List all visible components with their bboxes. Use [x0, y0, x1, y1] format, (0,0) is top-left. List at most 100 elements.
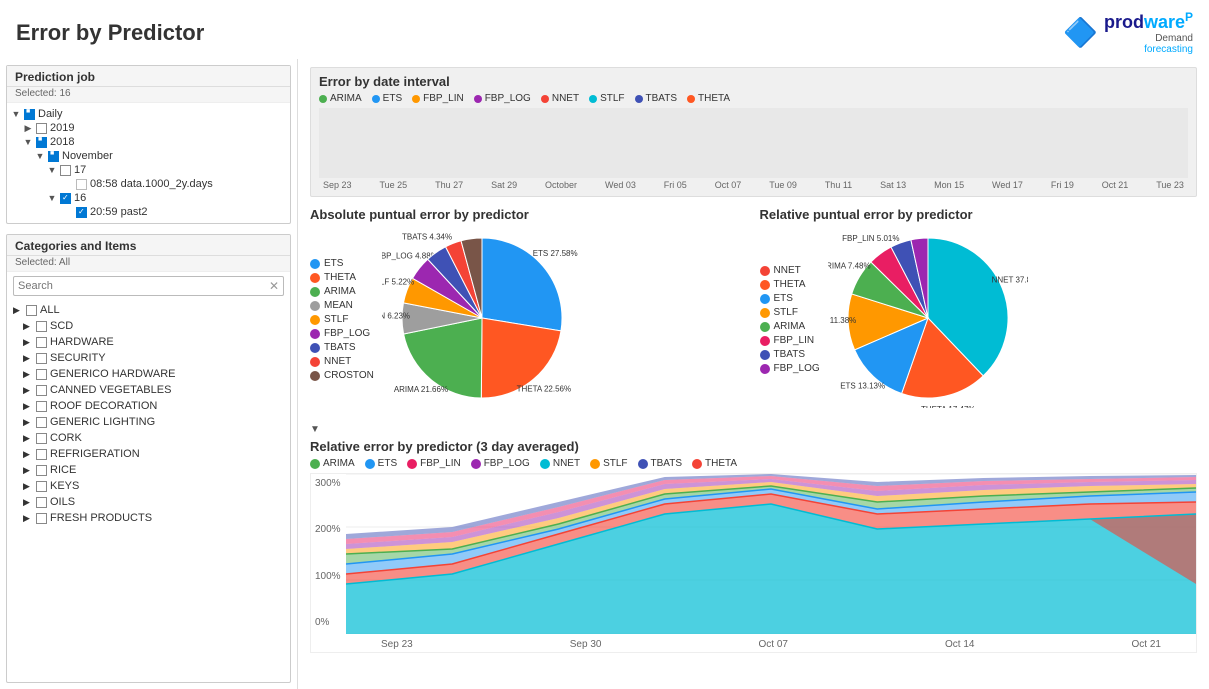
rel-pie-svg: NNET 37.88%THETA 17.47%ETS 13.13%STLF 11… [828, 228, 1028, 408]
categories-title: Categories and Items [7, 235, 290, 256]
checkbox-17[interactable] [60, 165, 71, 176]
svg-text:ETS 27.58%: ETS 27.58% [533, 249, 578, 258]
abs-theta-dot [310, 273, 320, 283]
svg-text:STLF 5.22%: STLF 5.22% [382, 278, 414, 287]
search-box[interactable]: ✕ [13, 276, 284, 296]
cat-item-generico[interactable]: ▶ GENERICO HARDWARE [13, 366, 284, 382]
checkbox-2019[interactable] [36, 123, 47, 134]
timeline-bars: bar groups (function(){ const svg = docu… [319, 108, 1188, 178]
tree-item-0858[interactable]: 08:58 data.1000_2y.days [11, 177, 286, 191]
dropdown-arrow-icon: ▼ [310, 424, 320, 435]
legend-theta: THETA [687, 93, 730, 104]
rel-pie-svg-wrap: NNET 37.88%THETA 17.47%ETS 13.13%STLF 11… [828, 228, 1028, 411]
cat-item-scd[interactable]: ▶ SCD [13, 318, 284, 334]
cat-item-roof[interactable]: ▶ ROOF DECORATION [13, 398, 284, 414]
cat-item-fresh[interactable]: ▶ FRESH PRODUCTS [13, 510, 284, 526]
cat-item-generic-lighting[interactable]: ▶ GENERIC LIGHTING [13, 414, 284, 430]
prediction-job-title: Prediction job [7, 66, 290, 87]
tree-item-16[interactable]: ▼ 16 [11, 191, 286, 205]
svg-text:ARIMA 7.48%: ARIMA 7.48% [828, 262, 871, 271]
area-fbplin-dot [407, 459, 417, 469]
svg-text:MEAN 6.23%: MEAN 6.23% [382, 312, 410, 321]
fbplin-dot [412, 95, 420, 103]
checkbox-2059[interactable] [76, 207, 87, 218]
toggle-16[interactable]: ▼ [47, 193, 57, 203]
area-nnet-dot [540, 459, 550, 469]
area-tbats-dot [638, 459, 648, 469]
theta-dot [687, 95, 695, 103]
area-fbplog-dot [471, 459, 481, 469]
checkbox-0858[interactable] [76, 179, 87, 190]
abs-pie-container: Absolute puntual error by predictor ETS … [310, 207, 748, 411]
rel-tbats-dot [760, 350, 770, 360]
cat-item-oils[interactable]: ▶ OILS [13, 494, 284, 510]
right-panel: Error by date interval ARIMA ETS FBP_LIN… [298, 59, 1209, 689]
checkbox-daily[interactable] [24, 109, 35, 120]
abs-pie-content: ETS THETA ARIMA MEAN STLF FBP_LOG TBATS … [310, 228, 748, 411]
toggle-daily[interactable]: ▼ [11, 109, 21, 119]
abs-croston-dot [310, 371, 320, 381]
ets-dot [372, 95, 380, 103]
tree-item-2018[interactable]: ▼ 2018 [11, 135, 286, 149]
legend-stlf: STLF [589, 93, 624, 104]
legend-fbp-log: FBP_LOG [474, 93, 531, 104]
rel-nnet-dot [760, 266, 770, 276]
toggle-2019[interactable]: ▶ [23, 123, 33, 134]
abs-pie-title: Absolute puntual error by predictor [310, 207, 748, 222]
checkbox-november[interactable] [48, 151, 59, 162]
rel-pie-content: NNET THETA ETS STLF ARIMA FBP_LIN TBATS … [760, 228, 1198, 411]
area-yaxis: 300% 200% 100% 0% [311, 474, 346, 632]
stlf-dot [589, 95, 597, 103]
cat-item-hardware[interactable]: ▶ HARDWARE [13, 334, 284, 350]
prediction-job-subtitle: Selected: 16 [7, 87, 290, 103]
dropdown-trigger[interactable]: ▼ [310, 424, 320, 435]
logo: 🔷 prodwareP Demand forecasting [1063, 10, 1193, 55]
tree-item-daily[interactable]: ▼ Daily [11, 107, 286, 121]
legend-fbp-lin: FBP_LIN [412, 93, 464, 104]
area-arima-dot [310, 459, 320, 469]
legend-ets: ETS [372, 93, 402, 104]
toggle-17[interactable]: ▼ [47, 165, 57, 175]
cat-item-rice[interactable]: ▶ RICE [13, 462, 284, 478]
svg-text:TBATS 4.22%: TBATS 4.22% [870, 228, 920, 230]
prediction-job-panel: Prediction job Selected: 16 ▼ Daily ▶ 20… [6, 65, 291, 224]
page-header: Error by Predictor 🔷 prodwareP Demand fo… [0, 0, 1209, 59]
svg-text:ARIMA 21.66%: ARIMA 21.66% [394, 385, 448, 394]
pie-charts-row: Absolute puntual error by predictor ETS … [310, 207, 1197, 411]
cat-item-refrigeration[interactable]: ▶ REFRIGERATION [13, 446, 284, 462]
svg-text:THETA 17.47%: THETA 17.47% [921, 405, 976, 408]
svg-text:TBATS 4.34%: TBATS 4.34% [402, 232, 452, 241]
search-input[interactable] [18, 280, 269, 292]
tree-item-november[interactable]: ▼ November [11, 149, 286, 163]
checkbox-2018[interactable] [36, 137, 47, 148]
timeline-svg: bar groups [319, 108, 1188, 178]
toggle-november[interactable]: ▼ [35, 151, 45, 161]
area-chart-title: Relative error by predictor (3 day avera… [310, 439, 1197, 454]
area-chart-svg [346, 474, 1196, 634]
cat-item-keys[interactable]: ▶ KEYS [13, 478, 284, 494]
svg-text:FBP_LIN 5.01%: FBP_LIN 5.01% [842, 234, 899, 243]
rel-stlf-dot [760, 308, 770, 318]
svg-text:NNET 37.88%: NNET 37.88% [991, 275, 1027, 284]
tree-item-2059[interactable]: 20:59 past2 [11, 205, 286, 219]
cat-item-all[interactable]: ▶ ALL [13, 302, 284, 318]
legend-nnet: NNET [541, 93, 579, 104]
search-clear-icon[interactable]: ✕ [269, 279, 279, 293]
toggle-2018[interactable]: ▼ [23, 137, 33, 147]
fbplog-dot [474, 95, 482, 103]
abs-stlf-dot [310, 315, 320, 325]
page-title: Error by Predictor [16, 20, 204, 46]
abs-ets-dot [310, 259, 320, 269]
cat-item-cork[interactable]: ▶ CORK [13, 430, 284, 446]
arima-dot [319, 95, 327, 103]
abs-pie-svg: ETS 27.58%THETA 22.56%ARIMA 21.66%MEAN 6… [382, 228, 582, 408]
cat-item-security[interactable]: ▶ SECURITY [13, 350, 284, 366]
nnet-dot [541, 95, 549, 103]
tree-item-17[interactable]: ▼ 17 [11, 163, 286, 177]
checkbox-16[interactable] [60, 193, 71, 204]
rel-arima-dot [760, 322, 770, 332]
legend-arima: ARIMA [319, 93, 362, 104]
rel-pie-title: Relative puntual error by predictor [760, 207, 1198, 222]
tree-item-2019[interactable]: ▶ 2019 [11, 121, 286, 135]
cat-item-canned[interactable]: ▶ CANNED VEGETABLES [13, 382, 284, 398]
